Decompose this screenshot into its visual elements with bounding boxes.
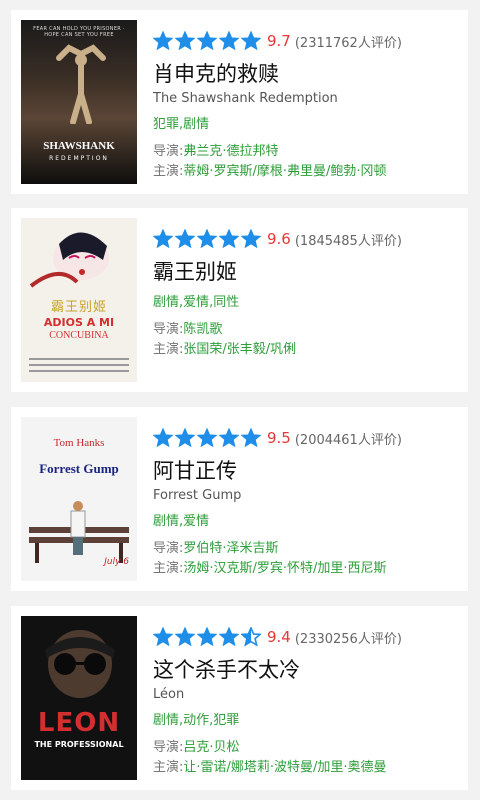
movie-info: 9.5 (2004461人评价) 阿甘正传 Forrest Gump 剧情,爱情… xyxy=(153,425,458,579)
poster-title: SHAWSHANK xyxy=(43,140,115,152)
cast-label: 主演: xyxy=(153,164,184,179)
poster-subtitle: THE PROFESSIONAL xyxy=(34,740,124,749)
director-name[interactable]: 吕克·贝松 xyxy=(183,740,239,755)
rating-score: 9.7 xyxy=(267,32,291,50)
star-half-icon xyxy=(241,627,261,647)
movie-title[interactable]: 肖申克的救赎 xyxy=(153,60,458,88)
star-icon xyxy=(175,627,195,647)
movie-poster[interactable]: Tom Hanks Forrest Gump July 6 xyxy=(21,417,137,581)
rating-row: 9.6 (1845485人评价) xyxy=(153,226,458,252)
rating-score: 9.5 xyxy=(267,429,291,447)
cast-label: 主演: xyxy=(153,561,184,576)
rating-votes: (1845485人评价) xyxy=(294,233,402,249)
star-icon xyxy=(153,428,173,448)
star-icon xyxy=(241,31,261,51)
cast-names[interactable]: 蒂姆·罗宾斯/摩根·弗里曼/鲍勃·冈顿 xyxy=(183,164,386,179)
star-icon xyxy=(197,627,217,647)
star-icon xyxy=(219,627,239,647)
poster-title: Tom Hanks xyxy=(53,437,105,449)
poster-date: July 6 xyxy=(104,557,129,567)
movie-info: 9.7 (2311762人评价) 肖申克的救赎 The Shawshank Re… xyxy=(153,28,458,182)
poster-subtitle: REDEMPTION xyxy=(49,155,109,162)
movie-title[interactable]: 霸王别姬 xyxy=(153,258,458,286)
star-icon xyxy=(219,229,239,249)
movie-genres: 剧情,动作,犯罪 xyxy=(153,713,240,728)
movie-list: FEAR CAN HOLD YOU PRISONER · HOPE CAN SE… xyxy=(0,0,480,800)
movie-original-title: Forrest Gump xyxy=(153,488,242,503)
star-icon xyxy=(175,31,195,51)
director-label: 导演: xyxy=(153,322,184,337)
director-label: 导演: xyxy=(153,144,184,159)
star-icon xyxy=(197,428,217,448)
rating-stars xyxy=(153,31,261,51)
director-name[interactable]: 罗伯特·泽米吉斯 xyxy=(183,541,278,556)
movie-card[interactable]: LEON THE PROFESSIONAL 9.4 (2330256人评价) 这… xyxy=(11,606,468,790)
poster-figure xyxy=(45,630,115,698)
movie-director: 导演:吕克·贝松 xyxy=(153,738,458,758)
rating-votes: (2311762人评价) xyxy=(294,35,402,51)
movie-info: 9.6 (1845485人评价) 霸王别姬 剧情,爱情,同性 导演:陈凯歌 主演… xyxy=(153,226,458,360)
rating-row: 9.4 (2330256人评价) xyxy=(153,624,458,650)
movie-genres: 剧情,爱情,同性 xyxy=(153,295,240,310)
cast-names[interactable]: 张国荣/张丰毅/巩俐 xyxy=(183,342,296,357)
poster-title: LEON xyxy=(37,708,121,738)
movie-original-title: The Shawshank Redemption xyxy=(153,91,338,106)
rating-stars xyxy=(153,428,261,448)
movie-original-title: Léon xyxy=(153,687,185,702)
star-icon xyxy=(153,627,173,647)
rating-stars xyxy=(153,229,261,249)
movie-genres: 剧情,爱情 xyxy=(153,514,210,529)
star-icon xyxy=(219,31,239,51)
rating-score: 9.4 xyxy=(267,628,291,646)
cast-names[interactable]: 汤姆·汉克斯/罗宾·怀特/加里·西尼斯 xyxy=(183,561,386,576)
cast-names[interactable]: 让·雷诺/娜塔莉·波特曼/加里·奥德曼 xyxy=(183,760,386,775)
movie-director: 导演:陈凯歌 xyxy=(153,320,458,340)
movie-title[interactable]: 阿甘正传 xyxy=(153,457,458,485)
poster-title: 霸王别姬 xyxy=(50,300,107,315)
star-icon xyxy=(153,229,173,249)
movie-poster[interactable]: LEON THE PROFESSIONAL xyxy=(21,616,137,780)
poster-subtitle: Forrest Gump xyxy=(39,461,119,476)
rating-votes: (2004461人评价) xyxy=(294,432,402,448)
poster-figure xyxy=(56,44,106,124)
rating-votes: (2330256人评价) xyxy=(294,631,402,647)
rating-row: 9.7 (2311762人评价) xyxy=(153,28,458,54)
movie-poster[interactable]: 霸王别姬 ADIOS A MI CONCUBINA xyxy=(21,218,137,382)
movie-cast: 主演:汤姆·汉克斯/罗宾·怀特/加里·西尼斯 xyxy=(153,559,458,579)
star-icon xyxy=(241,229,261,249)
star-icon xyxy=(197,31,217,51)
movie-cast: 主演:蒂姆·罗宾斯/摩根·弗里曼/鲍勃·冈顿 xyxy=(153,162,458,182)
movie-card[interactable]: FEAR CAN HOLD YOU PRISONER · HOPE CAN SE… xyxy=(11,10,468,194)
cast-label: 主演: xyxy=(153,342,184,357)
poster-subtitle-2: CONCUBINA xyxy=(49,330,109,341)
rating-row: 9.5 (2004461人评价) xyxy=(153,425,458,451)
star-icon xyxy=(219,428,239,448)
movie-genres: 犯罪,剧情 xyxy=(153,117,210,132)
star-icon xyxy=(197,229,217,249)
poster-tagline: FEAR CAN HOLD YOU PRISONER · HOPE CAN SE… xyxy=(33,26,125,38)
poster-subtitle: ADIOS A MI xyxy=(43,316,115,329)
rating-score: 9.6 xyxy=(267,230,291,248)
poster-figure xyxy=(29,232,109,288)
movie-info: 9.4 (2330256人评价) 这个杀手不太冷 Léon 剧情,动作,犯罪 导… xyxy=(153,624,458,778)
star-icon xyxy=(175,428,195,448)
movie-title[interactable]: 这个杀手不太冷 xyxy=(153,656,458,684)
movie-cast: 主演:张国荣/张丰毅/巩俐 xyxy=(153,340,458,360)
star-icon xyxy=(241,428,261,448)
movie-cast: 主演:让·雷诺/娜塔莉·波特曼/加里·奥德曼 xyxy=(153,758,458,778)
star-icon xyxy=(153,31,173,51)
director-name[interactable]: 陈凯歌 xyxy=(183,322,222,337)
rating-stars xyxy=(153,627,261,647)
cast-label: 主演: xyxy=(153,760,184,775)
star-icon xyxy=(175,229,195,249)
movie-card[interactable]: 霸王别姬 ADIOS A MI CONCUBINA 9.6 (1845485人评… xyxy=(11,208,468,392)
movie-director: 导演:罗伯特·泽米吉斯 xyxy=(153,539,458,559)
movie-card[interactable]: Tom Hanks Forrest Gump July 6 9.5 (20044… xyxy=(11,407,468,591)
movie-poster[interactable]: FEAR CAN HOLD YOU PRISONER · HOPE CAN SE… xyxy=(21,20,137,184)
movie-director: 导演:弗兰克·德拉邦特 xyxy=(153,142,458,162)
director-name[interactable]: 弗兰克·德拉邦特 xyxy=(183,144,278,159)
director-label: 导演: xyxy=(153,740,184,755)
director-label: 导演: xyxy=(153,541,184,556)
